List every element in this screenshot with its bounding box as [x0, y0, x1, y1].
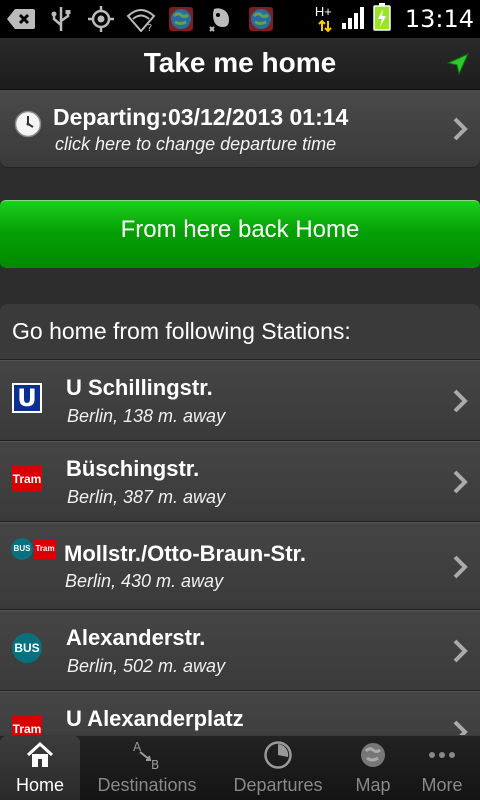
main-content: Departing:03/12/2013 01:14 click here to… [0, 90, 480, 735]
bus-badge-icon: BUS [11, 538, 33, 560]
svg-text:?: ? [147, 23, 152, 32]
stations-header: Go home from following Stations: [0, 304, 480, 360]
home-button-label: From here back Home [120, 216, 360, 243]
list-item[interactable]: Tram U Alexanderplatz [0, 691, 480, 735]
tab-map[interactable]: Map [342, 736, 404, 800]
list-item[interactable]: BUS Tram Mollstr./Otto-Braun-Str. Berlin… [0, 522, 480, 610]
clock-pie-icon [263, 740, 293, 770]
tram-badge-icon: Tram [12, 466, 42, 492]
back-icon [6, 6, 36, 32]
chevron-right-icon [452, 116, 468, 142]
clock-icon [14, 110, 42, 138]
tab-label: Map [355, 775, 391, 795]
page-title: Take me home [143, 47, 337, 78]
bottom-tab-bar: Home AB Destinations Departures Map More [0, 735, 480, 800]
globe-icon [246, 6, 276, 32]
from-here-home-button[interactable]: From here back Home [0, 200, 480, 268]
station-distance: Berlin, 138 m. away [67, 406, 226, 426]
departure-time-button[interactable]: Departing:03/12/2013 01:14 click here to… [0, 90, 480, 168]
a-to-b-icon: AB [132, 740, 162, 772]
list-item[interactable]: U U Schillingstr. Berlin, 138 m. away [0, 360, 480, 441]
station-distance: Berlin, 502 m. away [67, 656, 226, 676]
ubahn-badge-icon: U [12, 383, 42, 413]
chevron-right-icon [452, 554, 468, 580]
departure-title: Departing:03/12/2013 01:14 [53, 104, 349, 130]
globe-icon [166, 6, 196, 32]
status-bar: ? H+ 13:14 [0, 0, 480, 38]
tab-label: Destinations [97, 775, 197, 795]
svg-text:B: B [151, 758, 159, 770]
station-name: U Alexanderplatz [66, 706, 244, 731]
more-dots-icon [427, 740, 457, 770]
tab-more[interactable]: More [404, 736, 480, 800]
tab-label: More [421, 775, 463, 795]
chevron-right-icon [452, 638, 468, 664]
tab-label: Home [15, 775, 64, 795]
gps-icon [86, 6, 116, 32]
globe-icon [358, 740, 388, 770]
tram-badge-icon: Tram [34, 539, 56, 559]
list-item[interactable]: BUS Alexanderstr. Berlin, 502 m. away [0, 610, 480, 691]
departure-hint: click here to change departure time [55, 134, 337, 154]
wifi-icon: ? [126, 6, 156, 32]
tab-label: Departures [233, 775, 323, 795]
chevron-right-icon [452, 719, 468, 735]
signal-icon [341, 4, 367, 35]
status-clock: 13:14 [404, 5, 474, 33]
list-item[interactable]: Tram Büschingstr. Berlin, 387 m. away [0, 441, 480, 522]
tab-destinations[interactable]: AB Destinations [80, 736, 214, 800]
station-name: U Schillingstr. [66, 375, 213, 400]
station-name: Mollstr./Otto-Braun-Str. [64, 541, 306, 566]
station-name: Büschingstr. [66, 456, 200, 481]
title-bar: Take me home [0, 38, 480, 90]
station-distance: Berlin, 430 m. away [65, 571, 224, 591]
usb-icon [46, 6, 76, 32]
bus-badge-icon: BUS [12, 633, 42, 663]
stations-list: Go home from following Stations: U U Sch… [0, 304, 480, 735]
tab-departures[interactable]: Departures [214, 736, 342, 800]
station-distance: Berlin, 387 m. away [67, 487, 226, 507]
chevron-right-icon [452, 388, 468, 414]
location-arrow-icon[interactable] [446, 52, 470, 76]
home-icon [25, 740, 55, 770]
chevron-right-icon [452, 469, 468, 495]
station-name: Alexanderstr. [66, 625, 206, 650]
tab-home[interactable]: Home [0, 736, 80, 800]
evernote-icon [206, 6, 236, 32]
tram-badge-icon: Tram [12, 716, 42, 735]
network-type: H+ [315, 4, 335, 34]
battery-charging-icon [373, 2, 391, 36]
